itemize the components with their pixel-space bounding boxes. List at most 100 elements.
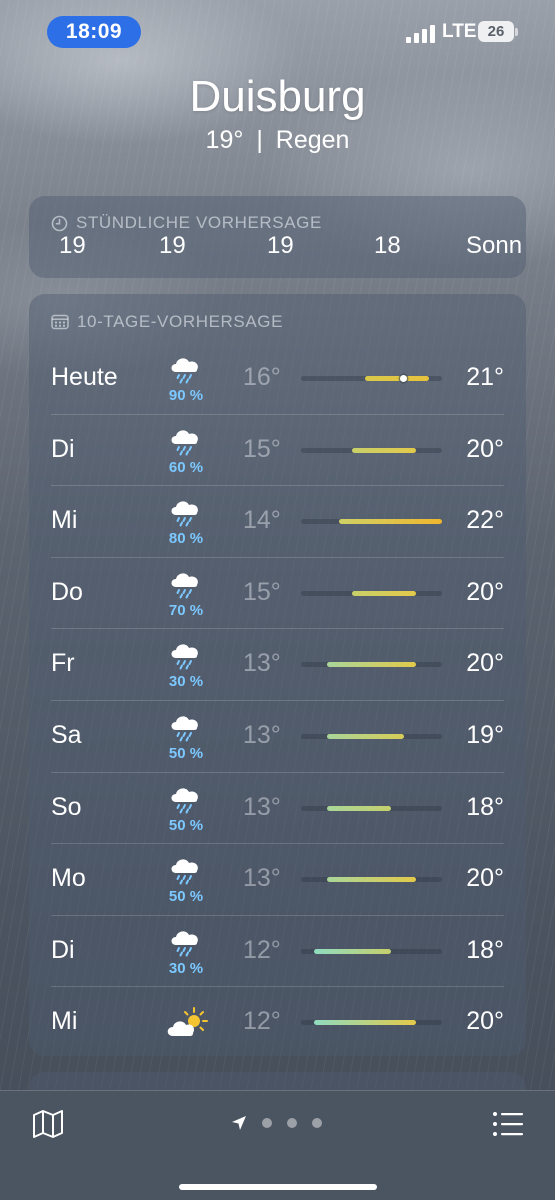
ten-day-forecast-label: 10-TAGE-VORHERSAGE bbox=[77, 312, 284, 331]
summary-separator: | bbox=[256, 126, 263, 154]
high-temperature: 20° bbox=[466, 864, 504, 893]
precipitation-chance: 30 % bbox=[168, 959, 204, 977]
hourly-item: 19 bbox=[267, 232, 294, 259]
battery-nub bbox=[515, 28, 518, 36]
day-row[interactable]: Di 30 % 12° 18° bbox=[29, 914, 526, 987]
temperature-range-fill bbox=[339, 519, 442, 525]
rain-cloud-icon bbox=[167, 855, 203, 885]
day-row[interactable]: So 50 % 13° 18° bbox=[29, 771, 526, 844]
row-divider bbox=[51, 986, 504, 988]
temperature-range-fill bbox=[326, 877, 417, 883]
hourly-item: Sonn bbox=[466, 232, 523, 259]
rain-cloud-icon bbox=[167, 640, 203, 670]
day-row[interactable]: Sa 50 % 13° 19° bbox=[29, 700, 526, 772]
low-temperature: 15° bbox=[243, 434, 281, 463]
page-indicator-dot[interactable] bbox=[287, 1118, 297, 1128]
precipitation-chance: 50 % bbox=[168, 888, 204, 906]
location-arrow-icon[interactable] bbox=[231, 1115, 247, 1131]
low-temperature: 13° bbox=[243, 864, 281, 893]
day-row[interactable]: Mi 80 % 14° 22° bbox=[29, 485, 526, 557]
hourly-item: 19 bbox=[159, 232, 186, 259]
hourly-forecast-card[interactable]: STÜNDLICHE VORHERSAGE 19 19 19 18 Sonn bbox=[29, 196, 526, 278]
battery-icon: 26 bbox=[478, 21, 514, 42]
day-name: Mi bbox=[51, 506, 78, 535]
rain-cloud-icon bbox=[167, 426, 203, 456]
day-name: Do bbox=[51, 577, 83, 606]
day-name: Sa bbox=[51, 721, 82, 749]
precipitation-chance: 90 % bbox=[168, 387, 204, 404]
temperature-range-bar bbox=[301, 590, 442, 596]
rain-cloud-icon bbox=[167, 497, 203, 527]
rain-cloud-icon bbox=[167, 354, 203, 384]
temperature-range-fill bbox=[365, 376, 430, 381]
day-row[interactable]: Do 70 % 15° 20° bbox=[29, 556, 526, 629]
day-row[interactable]: Fr 30 % 13° 20° bbox=[29, 628, 526, 700]
low-temperature: 13° bbox=[243, 649, 281, 678]
hourly-forecast-label: STÜNDLICHE VORHERSAGE bbox=[76, 213, 322, 232]
ten-day-forecast-card[interactable]: 10-TAGE-VORHERSAGE Heute 90 % 16° 21° Di bbox=[29, 294, 526, 1056]
temperature-range-fill bbox=[326, 805, 391, 811]
low-temperature: 16° bbox=[243, 363, 281, 391]
network-type: LTE bbox=[442, 21, 477, 42]
low-temperature: 12° bbox=[243, 935, 281, 964]
rain-cloud-icon bbox=[167, 569, 203, 599]
rain-cloud-icon bbox=[167, 784, 203, 814]
high-temperature: 18° bbox=[466, 792, 504, 821]
high-temperature: 19° bbox=[466, 721, 504, 749]
day-row[interactable]: Heute 90 % 16° 21° bbox=[29, 342, 526, 414]
row-divider bbox=[51, 628, 504, 630]
day-row[interactable]: Mi 12° 20° bbox=[29, 986, 526, 1058]
row-divider bbox=[51, 843, 504, 845]
status-time[interactable]: 18:09 bbox=[47, 16, 141, 48]
high-temperature: 21° bbox=[466, 363, 504, 391]
temperature-range-fill bbox=[326, 662, 417, 668]
list-icon[interactable] bbox=[492, 1111, 524, 1137]
precipitation-chance: 70 % bbox=[168, 601, 204, 619]
high-temperature: 18° bbox=[466, 935, 504, 964]
row-divider bbox=[51, 700, 504, 701]
high-temperature: 22° bbox=[466, 506, 504, 535]
temperature-range-fill bbox=[352, 447, 417, 453]
day-name: Di bbox=[51, 935, 75, 964]
day-row[interactable]: Di 60 % 15° 20° bbox=[29, 413, 526, 486]
low-temperature: 13° bbox=[243, 721, 281, 749]
hourly-forecast-title: STÜNDLICHE VORHERSAGE bbox=[51, 213, 322, 233]
day-name: Heute bbox=[51, 363, 118, 391]
day-row[interactable]: Mo 50 % 13° 20° bbox=[29, 843, 526, 915]
row-divider bbox=[51, 914, 504, 916]
map-icon[interactable] bbox=[32, 1109, 64, 1139]
home-indicator[interactable] bbox=[179, 1184, 377, 1190]
temperature-range-bar bbox=[301, 519, 442, 525]
high-temperature: 20° bbox=[466, 649, 504, 678]
page-indicator-dot[interactable] bbox=[312, 1118, 322, 1128]
bottom-toolbar bbox=[0, 1090, 555, 1200]
high-temperature: 20° bbox=[466, 1007, 504, 1036]
ten-day-forecast-title: 10-TAGE-VORHERSAGE bbox=[51, 312, 283, 332]
row-divider bbox=[51, 771, 504, 773]
day-name: Mi bbox=[51, 1007, 78, 1036]
row-divider bbox=[51, 485, 504, 487]
temperature-range-fill bbox=[352, 590, 417, 596]
status-bar: 18:09 LTE 26 bbox=[0, 14, 555, 48]
temperature-range-bar bbox=[301, 877, 442, 883]
day-name: Di bbox=[51, 434, 75, 463]
row-divider bbox=[51, 413, 504, 415]
precipitation-chance: 30 % bbox=[168, 673, 204, 691]
high-temperature: 20° bbox=[466, 577, 504, 606]
current-temperature: 19° bbox=[205, 126, 244, 154]
row-divider bbox=[51, 556, 504, 558]
precipitation-chance: 50 % bbox=[168, 745, 204, 762]
precipitation-chance: 50 % bbox=[168, 816, 204, 834]
page-indicator-dot[interactable] bbox=[262, 1118, 272, 1128]
calendar-icon bbox=[51, 314, 69, 330]
precipitation-chance: 60 % bbox=[168, 458, 204, 476]
temperature-range-bar bbox=[301, 734, 442, 739]
current-summary: 19° | Regen bbox=[0, 126, 555, 155]
temperature-range-bar bbox=[301, 447, 442, 453]
temperature-range-bar bbox=[301, 375, 442, 382]
temperature-range-bar bbox=[301, 662, 442, 668]
low-temperature: 12° bbox=[243, 1007, 281, 1036]
low-temperature: 14° bbox=[243, 506, 281, 535]
temperature-range-fill bbox=[326, 734, 404, 739]
day-name: So bbox=[51, 792, 82, 821]
